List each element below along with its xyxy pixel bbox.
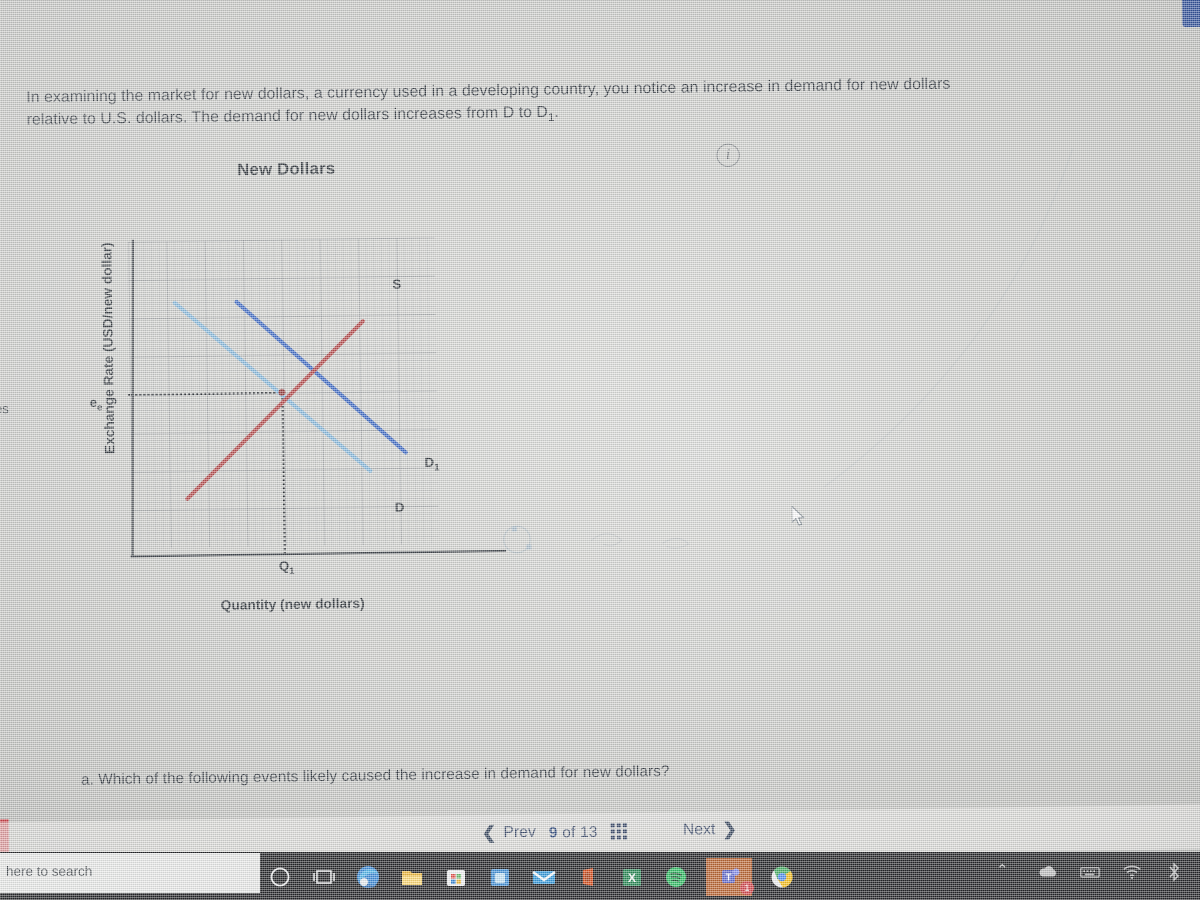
office-icon[interactable]	[574, 863, 602, 891]
grid-menu-icon[interactable]	[610, 823, 628, 840]
page-of: of	[562, 823, 576, 841]
svg-text:X: X	[628, 871, 636, 885]
supply-curve-label: S	[392, 276, 402, 292]
right-edge-blue-tab[interactable]	[1181, 0, 1200, 28]
prev-button[interactable]: ❮ Prev	[482, 822, 536, 843]
chevron-right-icon: ❯	[722, 819, 737, 840]
next-button[interactable]: Next ❯	[683, 820, 737, 841]
ee-subscript: e	[97, 402, 103, 413]
wifi-icon[interactable]	[1122, 862, 1142, 882]
q1-subscript: 1	[289, 565, 295, 577]
taskbar-search-input[interactable]: here to search	[0, 853, 260, 893]
demand-original-curve-label: D	[394, 499, 405, 515]
page-current: 9	[548, 823, 558, 842]
mouse-cursor	[791, 505, 805, 526]
prompt-period: .	[554, 103, 559, 121]
mail-icon[interactable]	[530, 863, 558, 891]
file-explorer-icon[interactable]	[398, 863, 426, 891]
chart-plot-area: S D1 D	[127, 237, 507, 558]
prev-label: Prev	[503, 823, 536, 842]
page-indicator: 9 of 13	[549, 823, 598, 841]
bluetooth-icon[interactable]	[1164, 862, 1184, 882]
chart-x-axis-label: Quantity (new dollars)	[220, 595, 365, 613]
page-total: 13	[580, 823, 598, 841]
x-equilibrium-tick-label: Q1	[279, 558, 295, 576]
svg-text:T: T	[725, 873, 731, 884]
screen-reflection-artifacts	[503, 525, 690, 554]
screen-content: In examining the market for new dollars,…	[0, 0, 1200, 900]
next-label: Next	[682, 820, 716, 839]
chart-x-axis-line	[130, 549, 507, 558]
photographed-screen: In examining the market for new dollars,…	[0, 0, 1200, 900]
equilibrium-point-marker	[278, 388, 286, 396]
demand-new-curve-label: D1	[424, 454, 440, 473]
q1-base: Q	[278, 558, 290, 574]
left-edge-cut-text: ces	[0, 400, 9, 417]
spotify-icon[interactable]	[662, 863, 690, 891]
keyboard-icon[interactable]	[1080, 862, 1100, 882]
chart-y-axis-line	[131, 239, 134, 558]
task-view-icon[interactable]	[310, 863, 338, 891]
question-prompt: In examining the market for new dollars,…	[26, 71, 1128, 137]
cortana-icon[interactable]	[266, 863, 294, 891]
teams-icon[interactable]: T 1	[706, 858, 754, 896]
app-blue-icon[interactable]	[486, 863, 514, 891]
info-icon[interactable]: i	[716, 143, 740, 168]
chevron-left-icon: ❮	[481, 823, 497, 843]
supply-demand-chart: New Dollars Exchange Rate (USD/new dolla…	[47, 147, 507, 630]
sub-question-a: a. Which of the following events likely …	[80, 762, 670, 789]
prompt-line-2: relative to U.S. dollars. The demand for…	[26, 103, 549, 129]
screen-reflection-arc	[823, 148, 1074, 488]
chart-y-axis-label: Exchange Rate (USD/new dollar)	[99, 242, 118, 455]
search-placeholder: here to search	[6, 864, 93, 879]
edge-icon[interactable]	[354, 863, 382, 891]
onedrive-cloud-icon[interactable]	[1038, 862, 1058, 882]
prompt-line-1: In examining the market for new dollars,…	[26, 75, 951, 107]
taskbar-icon-list: X T 1	[266, 858, 796, 896]
y-equilibrium-tick-label: ee	[90, 394, 103, 413]
chart-title: New Dollars	[237, 159, 336, 180]
chrome-icon[interactable]	[768, 863, 796, 891]
show-hidden-icons-chevron[interactable]: ⌃	[996, 862, 1016, 882]
system-tray: ⌃	[996, 862, 1184, 882]
teams-badge: 1	[740, 881, 754, 895]
microsoft-store-icon[interactable]	[442, 863, 470, 891]
excel-icon[interactable]: X	[618, 863, 646, 891]
